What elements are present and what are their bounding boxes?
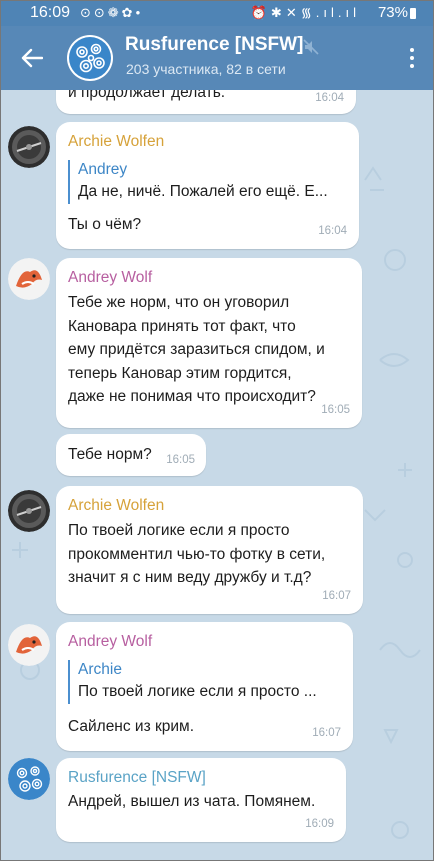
message-bubble[interactable]: и продолжает делать. 16:04 xyxy=(56,90,356,114)
message-time: 16:04 xyxy=(318,225,347,237)
avatar-rusfurence[interactable] xyxy=(8,758,50,800)
sender-name: Andrey Wolf xyxy=(68,633,153,650)
message-text: По твоей логике если я просто прокоммент… xyxy=(68,522,326,586)
avatar-archie-wolfen[interactable] xyxy=(8,490,50,532)
message-time: 16:09 xyxy=(305,818,334,830)
message-text: Тебе же норм, что он уговорил Кановара п… xyxy=(68,294,325,405)
more-vertical-icon xyxy=(410,48,414,52)
battery-icon xyxy=(410,8,416,19)
notification-icons: ⊙⊙❁✿• xyxy=(80,5,144,20)
message-time: 16:05 xyxy=(321,404,350,416)
sender-name: Andrey Wolf xyxy=(68,269,153,286)
sender-name: Archie Wolfen xyxy=(68,497,165,514)
message-text: Тебе норм? xyxy=(68,446,152,463)
avatar-archie-wolfen[interactable] xyxy=(8,126,50,168)
back-button[interactable] xyxy=(16,42,48,74)
battery-level: 73% xyxy=(377,4,408,21)
message-time: 16:05 xyxy=(166,454,195,466)
status-time: 16:09 xyxy=(30,4,71,21)
back-arrow-icon xyxy=(21,48,43,68)
chat-member-count: 203 участника, 82 в сети xyxy=(126,61,286,77)
message-time: 16:04 xyxy=(315,92,344,104)
status-bar: 16:09 ⊙⊙❁✿• ⏰✱✕᯾.ıl.ıl 73% xyxy=(0,0,434,26)
message-bubble[interactable]: Archie Wolfen Andrey Да не, ничё. Пожале… xyxy=(56,122,359,249)
message-text: Андрей, вышел из чата. Помянем. xyxy=(68,793,316,810)
avatar-andrey-wolf[interactable] xyxy=(8,624,50,666)
message-bubble[interactable]: Andrey Wolf Archie По твоей логике если … xyxy=(56,622,353,751)
chat-title[interactable]: Rusfurence [NSFW] xyxy=(125,34,303,56)
message-text: Ты о чём? xyxy=(68,216,142,233)
group-avatar[interactable] xyxy=(67,35,113,81)
system-icons: ⏰✱✕᯾.ıl.ıl xyxy=(250,5,360,20)
message-bubble[interactable]: Rusfurence [NSFW] Андрей, вышел из чата.… xyxy=(56,758,346,842)
chat-header: Rusfurence [NSFW] 203 участника, 82 в се… xyxy=(0,26,434,90)
message-time: 16:07 xyxy=(322,590,351,602)
message-text: и продолжает делать. xyxy=(68,90,226,101)
message-text: Сайленс из крим. xyxy=(68,718,195,735)
more-options-button[interactable] xyxy=(404,42,420,74)
avatar-andrey-wolf[interactable] xyxy=(8,258,50,300)
reply-author: Andrey xyxy=(78,161,128,178)
reply-text: Да не, ничё. Пожалей его ещё. Е... xyxy=(78,183,328,200)
reply-preview[interactable]: Archie По твоей логике если я просто ... xyxy=(68,660,317,704)
reply-text: По твоей логике если я просто ... xyxy=(78,683,317,700)
reply-preview[interactable]: Andrey Да не, ничё. Пожалей его ещё. Е..… xyxy=(68,160,328,204)
message-bubble[interactable]: Archie Wolfen По твоей логике если я про… xyxy=(56,486,363,614)
message-time: 16:07 xyxy=(312,727,341,739)
sender-name: Archie Wolfen xyxy=(68,133,165,150)
message-list[interactable]: и продолжает делать. 16:04 Archie Wolfen… xyxy=(0,90,434,861)
message-bubble[interactable]: Тебе норм? 16:05 xyxy=(56,434,206,476)
reply-author: Archie xyxy=(78,661,122,678)
mute-icon xyxy=(303,39,319,55)
sender-name: Rusfurence [NSFW] xyxy=(68,769,206,786)
message-bubble[interactable]: Andrey Wolf Тебе же норм, что он уговори… xyxy=(56,258,362,428)
